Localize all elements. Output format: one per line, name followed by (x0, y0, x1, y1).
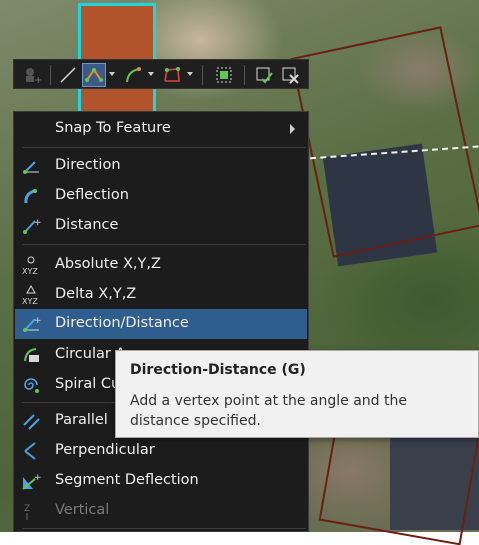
construct-vertices-button[interactable] (82, 63, 106, 87)
delete-sketch-button[interactable] (278, 63, 302, 87)
svg-text:XYZ: XYZ (22, 297, 38, 305)
tooltip-title: Direction-Distance (G) (130, 362, 306, 378)
svg-text:+: + (34, 316, 41, 326)
construction-context-menu: Snap To Feature Direction Deflection + D… (13, 111, 309, 532)
svg-text:Z: Z (24, 504, 30, 514)
finish-sketch-icon (256, 67, 273, 84)
menu-item-label: Distance (55, 217, 119, 233)
chevron-down-icon[interactable] (109, 69, 117, 79)
menu-item-label: Absolute X,Y,Z (55, 256, 161, 272)
svg-text:+: + (34, 75, 42, 85)
deflection-icon (24, 189, 37, 204)
menu-item-label: Perpendicular (55, 442, 155, 458)
direction-icon (23, 161, 39, 174)
parallel-icon (23, 414, 40, 430)
distance-icon: + (23, 218, 41, 234)
menu-item-distance[interactable]: + Distance (15, 211, 307, 241)
polyline-tool-button[interactable] (160, 63, 184, 87)
svg-text:+: + (34, 473, 41, 483)
construct-vertices-icon (85, 68, 103, 82)
delta-xyz-icon: XYZ (22, 285, 38, 305)
menu-divider (22, 244, 306, 245)
menu-item-deflection[interactable]: Deflection (15, 181, 307, 211)
menu-item-segment-deflection[interactable]: + Segment Deflection (15, 466, 307, 496)
menu-item-snap-to-feature[interactable]: Snap To Feature (15, 114, 307, 144)
vertical-icon: Z (24, 504, 30, 520)
segment-deflection-icon: + (22, 473, 41, 490)
add-point-button[interactable]: + (20, 63, 44, 87)
parcel-boundary (290, 26, 479, 258)
chevron-down-icon[interactable] (187, 69, 195, 79)
add-point-icon: + (26, 68, 42, 85)
svg-text:XYZ: XYZ (22, 267, 38, 275)
chevron-down-icon[interactable] (148, 69, 156, 79)
menu-item-label: Parallel (55, 412, 108, 428)
menu-item-label: Direction/Distance (55, 315, 189, 331)
menu-item-perpendicular[interactable]: Perpendicular (15, 436, 307, 466)
menu-item-delta-xyz[interactable]: XYZ Delta X,Y,Z (15, 280, 307, 310)
select-features-button[interactable] (212, 63, 236, 87)
select-features-icon (216, 67, 232, 83)
direction-distance-icon: + (23, 316, 41, 332)
line-tool-icon (60, 67, 76, 83)
construction-toolbar: + (13, 59, 309, 89)
menu-item-vertical[interactable]: Z Vertical (15, 496, 307, 526)
menu-item-label: Deflection (55, 187, 129, 203)
menu-item-direction-distance[interactable]: + Direction/Distance (15, 309, 307, 339)
menu-item-label: Segment Deflection (55, 472, 199, 488)
polyline-tool-icon (164, 67, 180, 82)
arc-tool-icon (126, 67, 141, 83)
tooltip: Direction-Distance (G) Add a vertex poin… (115, 350, 479, 438)
line-tool-button[interactable] (56, 63, 80, 87)
menu-item-direction[interactable]: Direction (15, 151, 307, 181)
menu-divider (22, 528, 306, 529)
chevron-right-icon (290, 124, 295, 134)
spiral-curve-icon (24, 378, 39, 393)
menu-item-absolute-xyz[interactable]: XYZ Absolute X,Y,Z (15, 250, 307, 280)
circular-arc-icon (24, 348, 39, 362)
menu-item-label: Delta X,Y,Z (55, 286, 137, 302)
menu-item-label: Snap To Feature (55, 120, 171, 136)
svg-text:+: + (34, 218, 41, 228)
delete-sketch-icon (282, 67, 299, 84)
absolute-xyz-icon: XYZ (22, 256, 38, 275)
arc-tool-button[interactable] (122, 63, 146, 87)
menu-item-label: Vertical (55, 502, 110, 518)
menu-item-label: Direction (55, 157, 121, 173)
finish-sketch-button[interactable] (252, 63, 276, 87)
perpendicular-icon (24, 442, 36, 460)
tooltip-body: Add a vertex point at the angle and the … (130, 393, 407, 429)
menu-divider (22, 147, 306, 148)
